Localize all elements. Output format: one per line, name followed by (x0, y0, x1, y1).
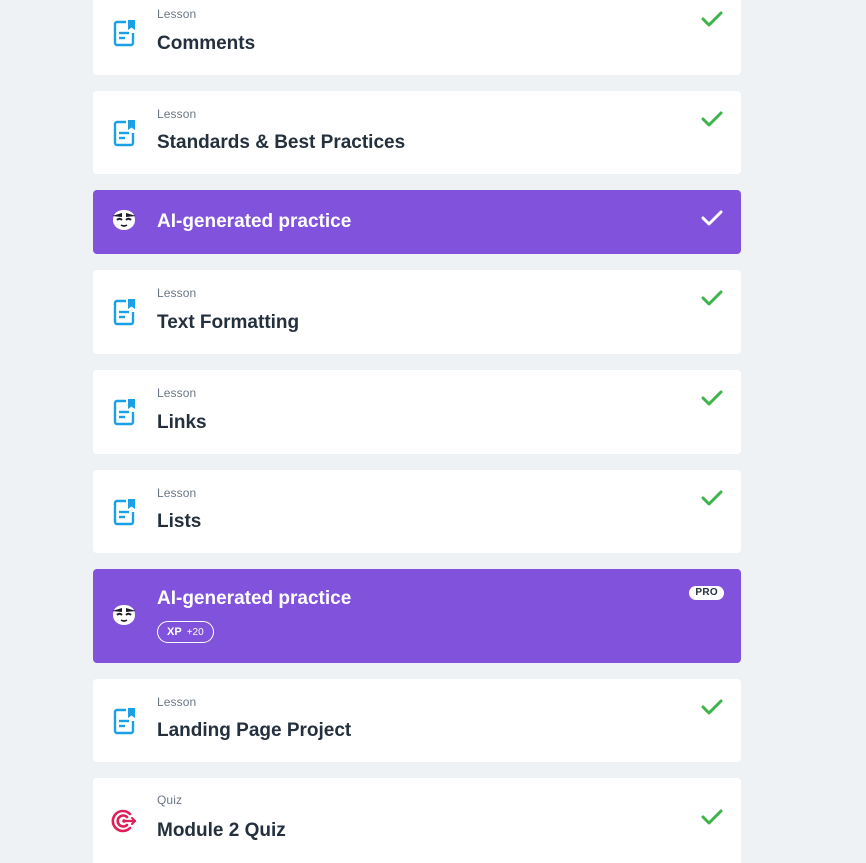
lesson-title: Landing Page Project (157, 720, 352, 741)
lesson-type-label: Lesson (157, 486, 197, 500)
lesson-card-standards[interactable]: Lesson Standards & Best Practices (93, 91, 741, 174)
checkmark-icon (701, 490, 723, 506)
checkmark-icon (701, 290, 723, 306)
checkmark-icon (701, 111, 723, 127)
quiz-title: Module 2 Quiz (157, 820, 286, 841)
lesson-document-icon (113, 399, 135, 426)
lesson-title: Links (157, 412, 207, 433)
lesson-type-label: Lesson (157, 107, 197, 121)
lesson-title: Standards & Best Practices (157, 132, 406, 153)
ai-practice-pro-card[interactable]: AI-generated practice PRO XP +20 (93, 569, 741, 663)
quiz-target-icon (111, 809, 137, 833)
lesson-card-landing-page-project[interactable]: Lesson Landing Page Project (93, 679, 741, 762)
lesson-card-links[interactable]: Lesson Links (93, 370, 741, 454)
checkmark-icon (701, 11, 723, 27)
ai-mascot-icon (112, 210, 136, 230)
xp-label: XP (167, 626, 182, 638)
xp-reward-pill: XP +20 (157, 621, 214, 643)
ai-mascot-icon (112, 605, 136, 625)
lesson-document-icon (113, 20, 135, 47)
quiz-type-label: Quiz (157, 793, 183, 807)
ai-practice-card[interactable]: AI-generated practice (93, 190, 741, 254)
lesson-card-lists[interactable]: Lesson Lists (93, 470, 741, 553)
checkmark-icon (701, 809, 723, 825)
lesson-title: Comments (157, 33, 256, 54)
checkmark-icon (701, 210, 723, 226)
lesson-type-label: Lesson (157, 286, 197, 300)
lesson-type-label: Lesson (157, 7, 197, 21)
lesson-type-label: Lesson (157, 386, 197, 400)
lesson-document-icon (113, 120, 135, 147)
lesson-title: Lists (157, 511, 202, 532)
ai-practice-title: AI-generated practice (157, 588, 352, 609)
lesson-document-icon (113, 499, 135, 526)
checkmark-icon (701, 390, 723, 406)
quiz-card-module-2[interactable]: Quiz Module 2 Quiz (93, 778, 741, 863)
lesson-card-text-formatting[interactable]: Lesson Text Formatting (93, 270, 741, 354)
pro-badge: PRO (689, 586, 724, 600)
lesson-type-label: Lesson (157, 695, 197, 709)
ai-practice-title: AI-generated practice (157, 211, 352, 232)
xp-value: +20 (186, 626, 204, 638)
lesson-card-comments[interactable]: Lesson Comments (93, 0, 741, 75)
lesson-document-icon (113, 708, 135, 735)
lesson-title: Text Formatting (157, 312, 300, 333)
lesson-document-icon (113, 299, 135, 326)
checkmark-icon (701, 699, 723, 715)
